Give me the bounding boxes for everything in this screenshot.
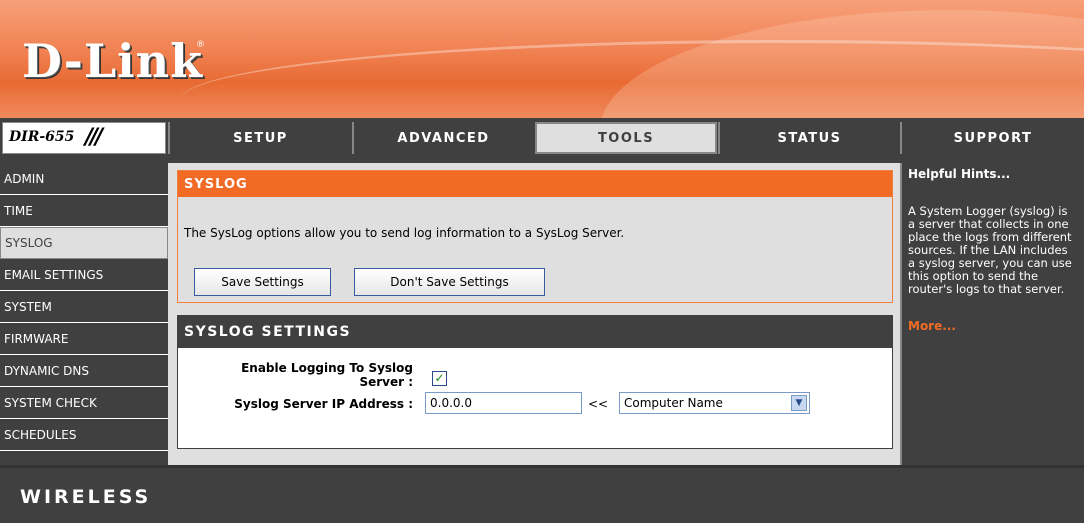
settings-title: SYSLOG SETTINGS [178,316,892,348]
syslog-settings-section: SYSLOG SETTINGS Enable Logging To Syslog… [177,315,893,449]
dont-save-settings-button[interactable]: Don't Save Settings [354,268,545,296]
dlink-logo: D-Link [22,34,203,88]
sidebar-item-time[interactable]: TIME [0,195,168,227]
section-title: SYSLOG [178,171,892,197]
sidebar-item-system[interactable]: SYSTEM [0,291,168,323]
sidebar-item-dynamic-dns[interactable]: DYNAMIC DNS [0,355,168,387]
more-link[interactable]: More... [908,319,1078,333]
enable-logging-checkbox[interactable]: ✓ [432,371,447,386]
tab-setup[interactable]: SETUP [168,122,351,154]
computer-name-select-value: Computer Name [624,396,723,410]
sidebar-item-syslog[interactable]: SYSLOG [0,227,168,259]
hints-body: A System Logger (syslog) is a server tha… [908,204,1072,296]
wireless-logo: WIRELESS [20,486,152,508]
tab-tools[interactable]: TOOLS [535,122,717,154]
tab-support[interactable]: SUPPORT [900,122,1084,154]
registered-mark: ® [196,40,205,50]
hints-title: Helpful Hints... [908,167,1011,181]
tab-advanced[interactable]: ADVANCED [352,122,533,154]
enable-logging-label: Enable Logging To Syslog Server : [198,361,413,389]
syslog-section: SYSLOG The SysLog options allow you to s… [177,170,893,303]
syslog-ip-input[interactable]: 0.0.0.0 [425,392,582,414]
top-nav: DIR-655 /// SETUP ADVANCED TOOLS STATUS … [0,120,1084,156]
section-description: The SysLog options allow you to send log… [184,226,625,240]
model-badge: DIR-655 /// [2,122,166,154]
sidebar-item-system-check[interactable]: SYSTEM CHECK [0,387,168,419]
sidebar-item-schedules[interactable]: SCHEDULES [0,419,168,451]
sidebar-item-admin[interactable]: ADMIN [0,163,168,195]
copy-arrow[interactable]: << [588,397,608,411]
footer: WIRELESS [0,465,1084,523]
save-settings-button[interactable]: Save Settings [194,268,331,296]
sidebar: ADMIN TIME SYSLOG EMAIL SETTINGS SYSTEM … [0,163,168,451]
chevron-down-icon[interactable]: ▼ [791,395,807,411]
enable-logging-label-line1: Enable Logging To Syslog [241,361,413,375]
sidebar-item-firmware[interactable]: FIRMWARE [0,323,168,355]
syslog-ip-label: Syslog Server IP Address : [234,397,413,411]
banner-swoosh-line [180,40,1084,118]
computer-name-select[interactable]: Computer Name ▼ [619,392,810,414]
helpful-hints: Helpful Hints... A System Logger (syslog… [900,163,1084,465]
model-slashes: /// [85,125,103,150]
model-name: DIR-655 [9,129,75,145]
header-banner: D-Link ® [0,0,1084,118]
sidebar-item-email-settings[interactable]: EMAIL SETTINGS [0,259,168,291]
enable-logging-label-line2: Server : [359,375,413,389]
tab-status[interactable]: STATUS [718,122,899,154]
main-content: SYSLOG The SysLog options allow you to s… [168,163,900,465]
